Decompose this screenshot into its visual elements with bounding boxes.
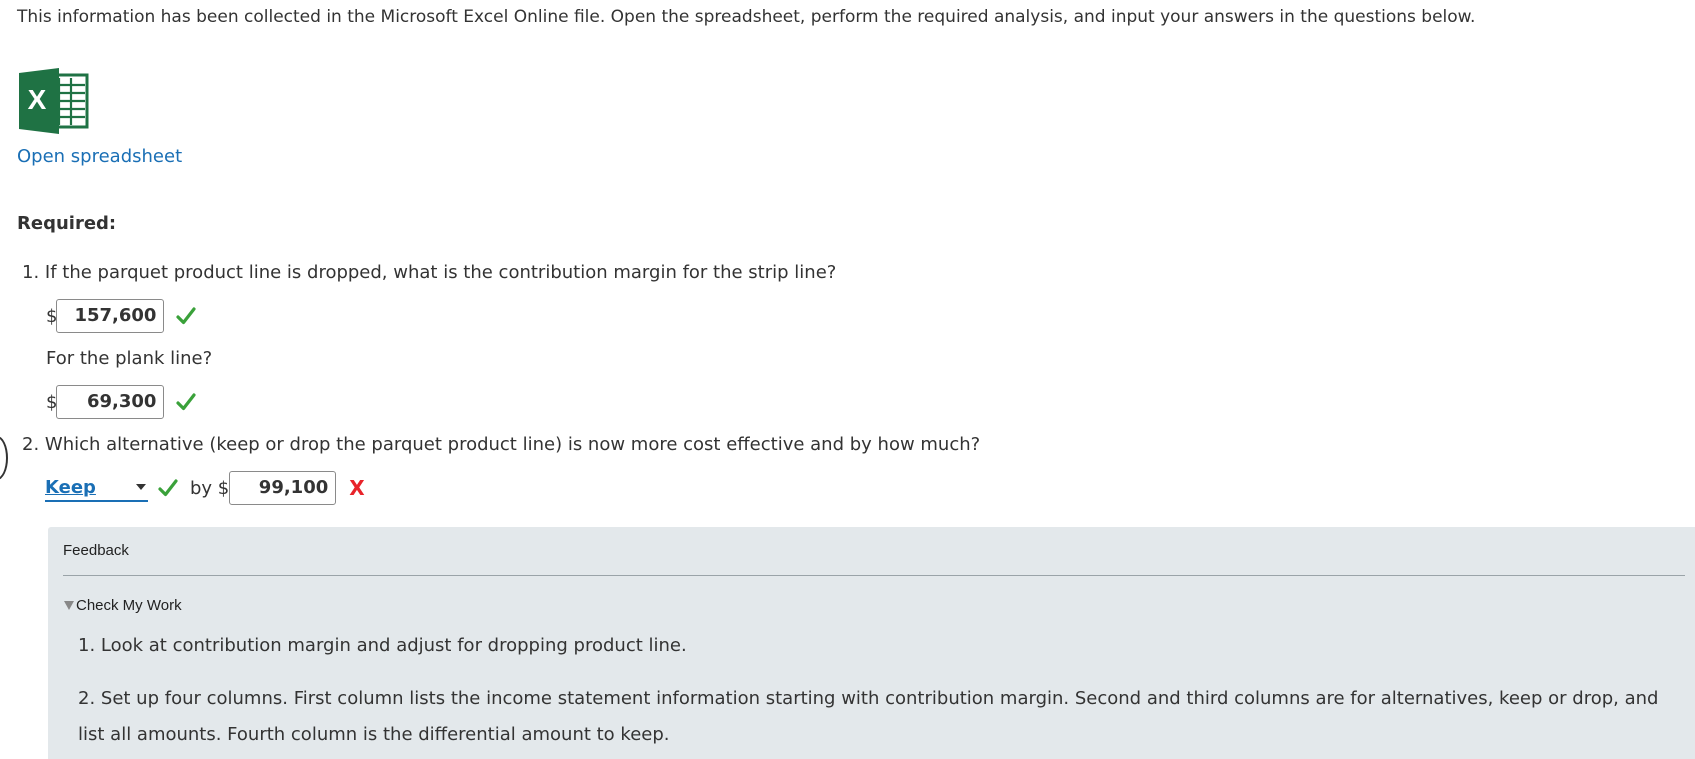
- feedback-line-1: 1. Look at contribution margin and adjus…: [78, 635, 687, 656]
- left-edge-arc: [0, 436, 8, 480]
- question-2-text: 2. Which alternative (keep or drop the p…: [22, 434, 981, 455]
- incorrect-x-icon: X: [349, 476, 365, 500]
- feedback-title: Feedback: [63, 542, 129, 559]
- excel-icon[interactable]: X: [19, 68, 89, 134]
- check-my-work-label: Check My Work: [76, 597, 182, 614]
- chevron-down-icon: [136, 484, 146, 490]
- question-1b-text: For the plank line?: [46, 348, 213, 369]
- correct-check-icon: [158, 479, 178, 497]
- feedback-line-2a: 2. Set up four columns. First column lis…: [78, 688, 1659, 709]
- keep-drop-select[interactable]: Keep: [45, 474, 148, 502]
- question-1b-answer-row: $ 69,300: [46, 385, 197, 419]
- feedback-line-2b: list all amounts. Fourth column is the d…: [78, 724, 670, 745]
- plank-line-margin-input[interactable]: 69,300: [56, 385, 165, 419]
- correct-check-icon: [176, 307, 197, 325]
- strip-line-margin-input[interactable]: 157,600: [56, 299, 165, 333]
- question-1-text: 1. If the parquet product line is droppe…: [22, 262, 837, 283]
- triangle-down-icon: [64, 601, 74, 610]
- check-my-work-toggle[interactable]: Check My Work: [64, 597, 182, 614]
- question-1-answer-row: $ 157,600: [46, 299, 197, 333]
- excel-icon-letter: X: [28, 84, 47, 115]
- intro-text: This information has been collected in t…: [17, 7, 1476, 27]
- open-spreadsheet-link[interactable]: Open spreadsheet: [17, 146, 182, 167]
- feedback-panel: Feedback Check My Work 1. Look at contri…: [48, 527, 1695, 759]
- required-heading: Required:: [17, 213, 117, 234]
- correct-check-icon: [176, 393, 197, 411]
- cost-difference-input[interactable]: 99,100: [229, 471, 337, 505]
- feedback-divider: [63, 575, 1685, 576]
- page: This information has been collected in t…: [0, 0, 1695, 759]
- keep-drop-select-value: Keep: [45, 476, 96, 498]
- question-2-answer-row: Keep by $ 99,100 X: [45, 471, 365, 505]
- by-dollar-label: by $: [190, 477, 230, 499]
